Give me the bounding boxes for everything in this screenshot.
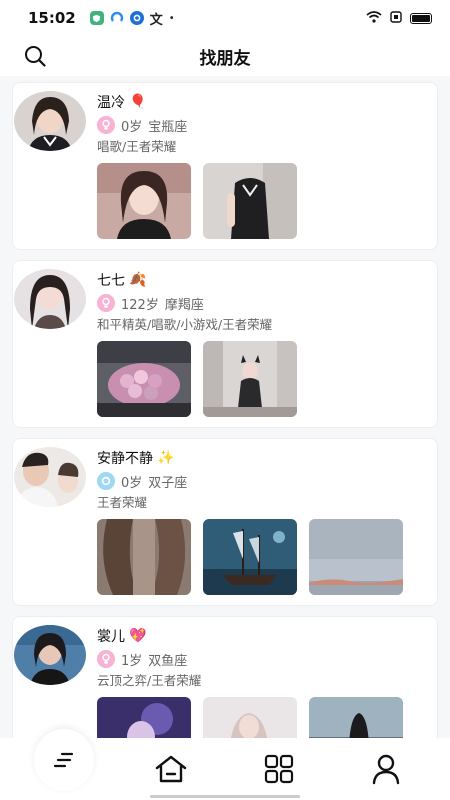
user-name: 裳儿 [97,629,125,645]
arc-app-icon [110,11,124,25]
nav-item-feed[interactable] [33,729,94,796]
user-info: 裳儿 💖 1岁 双鱼座 云顶之弈/王者荣耀 [97,625,427,691]
female-gender-icon [97,294,115,312]
photo-row [97,697,403,738]
status-time: 15:02 [28,9,76,27]
name-emoji: 🍂 [129,272,147,288]
avatar[interactable] [14,269,86,329]
nav-item-discover[interactable] [249,742,309,796]
user-interests: 云顶之弈/王者荣耀 [97,673,202,688]
avatar[interactable] [14,91,86,151]
ring-app-icon [129,11,144,25]
user-photo[interactable] [203,163,297,239]
meta-row: 1岁 双鱼座 [97,647,427,671]
name-row: 安静不静 ✨ [97,447,427,469]
photo-row [97,519,403,595]
name-emoji: ✨ [157,450,175,466]
user-photo[interactable] [203,341,297,417]
meta-row: 0岁 宝瓶座 [97,113,427,137]
user-interests: 和平精英/唱歌/小游戏/王者荣耀 [97,317,273,332]
search-button[interactable] [22,43,48,69]
male-gender-icon [97,472,115,490]
user-zodiac: 双鱼座 [148,653,188,669]
user-age: 0岁 [121,475,143,491]
user-info: 温冷 🎈 0岁 宝瓶座 唱歌/王者荣耀 [97,91,427,157]
name-row: 裳儿 💖 [97,625,427,647]
photo-row [97,163,297,239]
user-photo[interactable] [97,163,191,239]
name-emoji: 💖 [129,628,147,644]
user-name: 七七 [97,273,125,289]
notification-dot: • [168,12,175,24]
user-photo[interactable] [309,697,403,738]
user-photo[interactable] [203,519,297,595]
user-zodiac: 摩羯座 [164,297,204,313]
user-photo[interactable] [97,697,191,738]
user-card[interactable]: 七七 🍂 122岁 摩羯座 和平精英/唱歌/小游戏/王者荣耀 [12,260,438,428]
user-age: 1岁 [121,653,143,669]
avatar[interactable] [14,625,86,685]
battery-icon [410,12,432,24]
user-age: 0岁 [121,119,143,135]
profile-icon [373,754,400,785]
avatar[interactable] [14,447,86,507]
search-icon [25,46,46,67]
user-name: 温冷 [97,95,125,111]
user-name: 安静不静 [97,451,153,467]
home-indicator[interactable] [150,795,300,798]
nav-item-profile[interactable] [356,742,416,796]
meta-row: 122岁 摩羯座 [97,291,427,315]
user-photo[interactable] [309,519,403,595]
user-interests: 唱歌/王者荣耀 [97,139,177,154]
user-photo[interactable] [203,697,297,738]
user-interests: 王者荣耀 [97,495,148,510]
user-card[interactable]: 温冷 🎈 0岁 宝瓶座 唱歌/王者荣耀 [12,82,438,250]
home-icon [156,755,187,783]
user-card[interactable]: 安静不静 ✨ 0岁 双子座 王者荣耀 [12,438,438,606]
shield-app-icon [89,11,104,25]
feed-fab[interactable] [33,729,94,791]
text-app-icon: 文 [149,12,163,28]
page-title: 找朋友 [199,48,251,69]
sim-icon [390,10,402,26]
photo-row [97,341,297,417]
meta-row: 0岁 双子座 [97,469,427,493]
wifi-icon [366,10,382,26]
top-header: 找朋友 [0,36,450,76]
user-zodiac: 双子座 [148,475,188,491]
status-app-icons: 文 • [89,9,175,28]
grid-icon [264,754,293,784]
user-card[interactable]: 裳儿 💖 1岁 双鱼座 云顶之弈/王者荣耀 [12,616,438,738]
feed-sort-icon [53,752,73,768]
user-zodiac: 宝瓶座 [148,119,188,135]
female-gender-icon [97,116,115,134]
female-gender-icon [97,650,115,668]
user-feed[interactable]: 温冷 🎈 0岁 宝瓶座 唱歌/王者荣耀 七七 🍂 122岁 摩羯座 和平精英/唱… [0,76,450,738]
status-bar: 15:02 文 • [0,0,450,36]
user-photo[interactable] [97,519,191,595]
status-indicators [366,10,432,26]
name-row: 七七 🍂 [97,269,427,291]
nav-item-home[interactable] [141,742,201,796]
name-row: 温冷 🎈 [97,91,427,113]
user-age: 122岁 [121,297,159,313]
user-info: 七七 🍂 122岁 摩羯座 和平精英/唱歌/小游戏/王者荣耀 [97,269,427,335]
user-photo[interactable] [97,341,191,417]
bottom-nav [0,729,450,800]
name-emoji: 🎈 [129,94,147,110]
user-info: 安静不静 ✨ 0岁 双子座 王者荣耀 [97,447,427,513]
